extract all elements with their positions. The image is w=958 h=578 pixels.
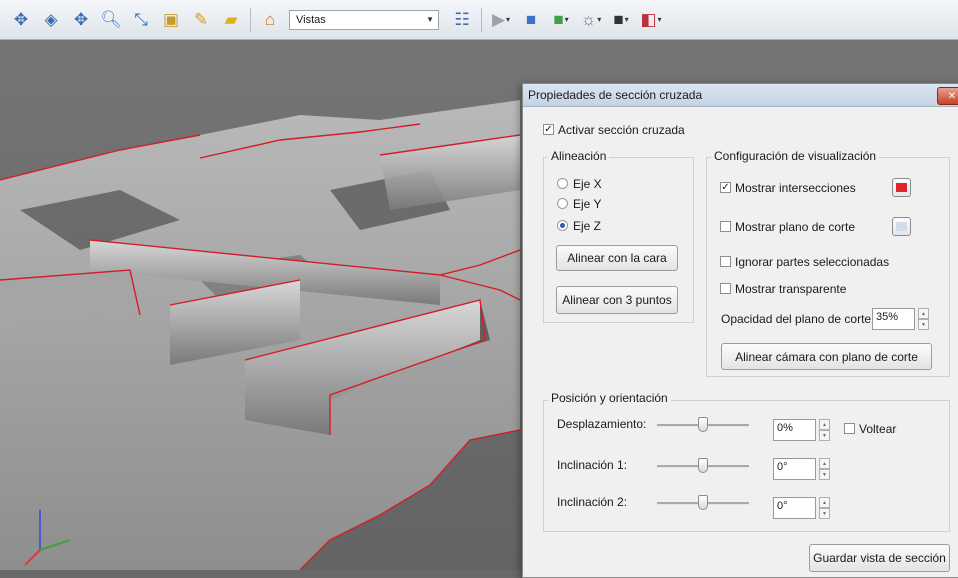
select-arrow-icon[interactable]: ⤡: [126, 6, 156, 34]
display-settings-title: Configuración de visualización: [711, 149, 880, 163]
spin-up-icon[interactable]: ▲: [918, 308, 929, 319]
tilt2-slider[interactable]: [657, 495, 749, 511]
axis-z-radio-button[interactable]: [557, 220, 568, 232]
dialog-title-bar[interactable]: Propiedades de sección cruzada: [523, 84, 958, 107]
light-icon[interactable]: ☼ ▾: [576, 6, 606, 34]
close-icon[interactable]: ✕: [937, 87, 958, 105]
show-plane-label: Mostrar plano de corte: [735, 220, 856, 234]
enable-section-label: Activar sección cruzada: [558, 123, 685, 137]
show-intersections-checkbox[interactable]: ✓ Mostrar intersecciones: [720, 181, 856, 195]
section-icon[interactable]: ◧ ▾: [636, 6, 666, 34]
axis-x-label: Eje X: [573, 177, 602, 191]
main-toolbar: ✥ ◈ ✥ 🔍︎ ⤡ ▣ ✎ ▰ ⌂ Vistas ▼ ☷ ▶ ▾ ■ ■ ▾ ☼ ▾…: [0, 0, 958, 40]
camera-icon[interactable]: ▣: [156, 6, 186, 34]
color-square-icon[interactable]: ■ ▾: [606, 6, 636, 34]
enable-section-check[interactable]: ✓: [543, 124, 554, 136]
tilt2-value[interactable]: 0°: [773, 497, 816, 519]
axis-z-radio[interactable]: Eje Z: [557, 219, 601, 233]
opacity-value[interactable]: 35%: [872, 308, 915, 330]
intersection-color: [896, 183, 907, 192]
ignore-selected-check[interactable]: [720, 256, 731, 268]
flip-checkbox[interactable]: Voltear: [844, 422, 896, 436]
ignore-selected-checkbox[interactable]: Ignorar partes seleccionadas: [720, 255, 889, 269]
opacity-stepper[interactable]: ▲ ▼: [918, 308, 929, 330]
align-3pts-button[interactable]: Alinear con 3 puntos: [556, 286, 678, 314]
align-camera-button[interactable]: Alinear cámara con plano de corte: [721, 343, 932, 370]
toolbar-separator: [481, 7, 482, 32]
annotation-icon[interactable]: ▰: [216, 6, 246, 34]
spin-down-icon[interactable]: ▼: [819, 469, 830, 480]
cubes-icon[interactable]: ■ ▾: [546, 6, 576, 34]
flip-check[interactable]: [844, 423, 855, 435]
show-intersections-label: Mostrar intersecciones: [735, 181, 856, 195]
show-plane-check[interactable]: [720, 221, 731, 233]
tilt2-label: Inclinación 2:: [557, 495, 628, 509]
cube-icon[interactable]: ■: [516, 6, 546, 34]
save-section-view-button[interactable]: Guardar vista de sección: [809, 544, 950, 572]
chevron-down-icon: ▼: [426, 15, 434, 24]
tilt1-label: Inclinación 1:: [557, 458, 628, 472]
position-group-title: Posición y orientación: [548, 391, 671, 405]
dialog-title: Propiedades de sección cruzada: [528, 88, 703, 102]
plane-color: [896, 222, 907, 231]
pan-icon[interactable]: ✥: [66, 6, 96, 34]
toolbar-separator: [250, 7, 251, 32]
offset-slider[interactable]: [657, 417, 749, 433]
offset-stepper[interactable]: ▲ ▼: [819, 419, 830, 441]
measure-icon[interactable]: ✎: [186, 6, 216, 34]
tilt1-value[interactable]: 0°: [773, 458, 816, 480]
axis-x-radio-button[interactable]: [557, 178, 568, 190]
navigate-icon[interactable]: ✥: [6, 6, 36, 34]
axis-y-label: Eje Y: [573, 197, 602, 211]
play-icon[interactable]: ▶ ▾: [486, 6, 516, 34]
offset-value[interactable]: 0%: [773, 419, 816, 441]
zoom-icon[interactable]: 🔍︎: [96, 6, 126, 34]
alignment-group-title: Alineación: [548, 149, 610, 163]
cross-section-dialog: Propiedades de sección cruzada ✕ ✓ Activa…: [522, 83, 958, 578]
tree-icon[interactable]: ☷: [447, 6, 477, 34]
flip-label: Voltear: [859, 422, 897, 436]
spin-down-icon[interactable]: ▼: [819, 508, 830, 519]
home-icon[interactable]: ⌂: [255, 6, 285, 34]
intersection-color-swatch[interactable]: [892, 178, 911, 197]
opacity-spinner[interactable]: 35% ▲ ▼: [872, 308, 929, 330]
show-transparent-label: Mostrar transparente: [735, 282, 847, 296]
plane-color-swatch[interactable]: [892, 217, 911, 236]
tilt1-spinner[interactable]: 0° ▲ ▼: [773, 458, 830, 480]
show-plane-checkbox[interactable]: Mostrar plano de corte: [720, 220, 855, 234]
views-dropdown-value: Vistas: [296, 13, 326, 26]
offset-spinner[interactable]: 0% ▲ ▼: [773, 419, 830, 441]
orbit-icon[interactable]: ◈: [36, 6, 66, 34]
views-dropdown[interactable]: Vistas ▼: [289, 9, 439, 30]
axis-y-radio[interactable]: Eje Y: [557, 197, 601, 211]
show-transparent-checkbox[interactable]: Mostrar transparente: [720, 282, 846, 296]
tilt1-slider[interactable]: [657, 458, 749, 474]
tilt2-stepper[interactable]: ▲ ▼: [819, 497, 830, 519]
spin-down-icon[interactable]: ▼: [819, 430, 830, 441]
spin-up-icon[interactable]: ▲: [819, 419, 830, 430]
show-intersections-check[interactable]: ✓: [720, 182, 731, 194]
axis-y-radio-button[interactable]: [557, 198, 568, 210]
ignore-selected-label: Ignorar partes seleccionadas: [735, 255, 890, 269]
align-face-button[interactable]: Alinear con la cara: [556, 245, 678, 271]
tilt2-spinner[interactable]: 0° ▲ ▼: [773, 497, 830, 519]
offset-label: Desplazamiento:: [557, 417, 647, 431]
enable-section-checkbox[interactable]: ✓ Activar sección cruzada: [543, 123, 685, 137]
spin-up-icon[interactable]: ▲: [819, 458, 830, 469]
spin-up-icon[interactable]: ▲: [819, 497, 830, 508]
spin-down-icon[interactable]: ▼: [918, 319, 929, 330]
axis-x-radio[interactable]: Eje X: [557, 177, 602, 191]
axis-z-label: Eje Z: [573, 219, 602, 233]
tilt1-stepper[interactable]: ▲ ▼: [819, 458, 830, 480]
opacity-label: Opacidad del plano de corte:: [721, 312, 875, 326]
show-transparent-check[interactable]: [720, 283, 731, 295]
